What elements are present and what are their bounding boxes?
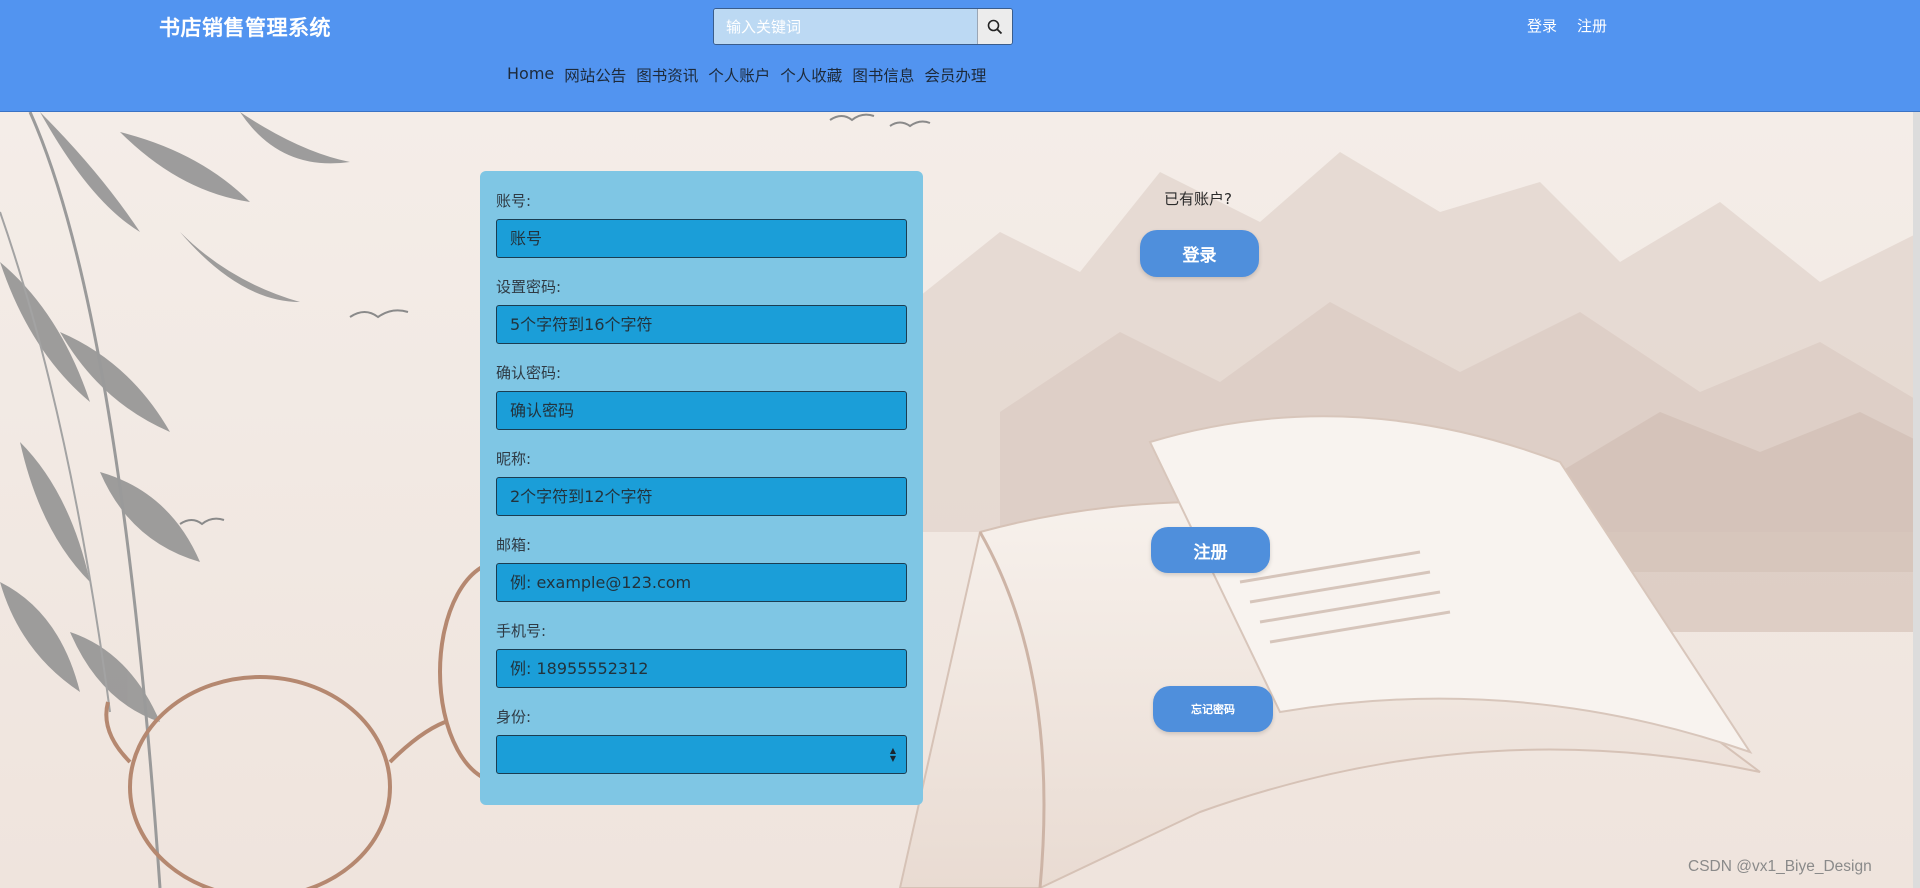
phone-input[interactable] (496, 649, 907, 688)
role-label: 身份: (496, 708, 532, 726)
password-label: 设置密码: (496, 278, 562, 296)
search-box (713, 8, 1013, 45)
phone-label: 手机号: (496, 622, 547, 640)
nav-item-home[interactable]: Home (507, 64, 554, 86)
account-input[interactable] (496, 219, 907, 258)
account-label: 账号: (496, 192, 532, 210)
confirm-password-label: 确认密码: (496, 364, 562, 382)
email-input[interactable] (496, 563, 907, 602)
top-header: 书店销售管理系统 登录 注册 Home 网站公告 图书资讯 个人账户 个人收藏 … (0, 0, 1920, 112)
nickname-input[interactable] (496, 477, 907, 516)
auth-links: 登录 注册 (1527, 15, 1607, 36)
login-link[interactable]: 登录 (1527, 15, 1557, 36)
register-button[interactable]: 注册 (1151, 527, 1270, 573)
select-arrows-icon: ▲ ▼ (889, 746, 896, 763)
search-button[interactable] (977, 9, 1012, 44)
background-image (0, 111, 1920, 888)
nav-item-announcements[interactable]: 网站公告 (564, 64, 626, 86)
watermark-text: CSDN @vx1_Biye_Design (1688, 858, 1872, 875)
nav-item-favorites[interactable]: 个人收藏 (780, 64, 842, 86)
role-select[interactable]: ▲ ▼ (496, 735, 907, 774)
nav-item-book-news[interactable]: 图书资讯 (636, 64, 698, 86)
search-icon (987, 19, 1003, 34)
nav-item-personal-account[interactable]: 个人账户 (708, 64, 770, 86)
nav-item-book-info[interactable]: 图书信息 (852, 64, 914, 86)
nav-item-membership[interactable]: 会员办理 (924, 64, 986, 86)
login-button[interactable]: 登录 (1140, 230, 1259, 277)
nickname-label: 昵称: (496, 450, 532, 468)
password-input[interactable] (496, 305, 907, 344)
email-label: 邮箱: (496, 536, 532, 554)
register-form-card: 账号: 设置密码: 确认密码: 昵称: 邮箱: 手机号: 身份: ▲▼ (480, 171, 923, 805)
page-scrollbar-track[interactable] (1913, 0, 1920, 888)
forgot-password-button[interactable]: 忘记密码 (1153, 686, 1273, 732)
confirm-password-input[interactable] (496, 391, 907, 430)
search-input[interactable] (714, 9, 978, 44)
main-nav: Home 网站公告 图书资讯 个人账户 个人收藏 图书信息 会员办理 (507, 64, 986, 86)
register-link[interactable]: 注册 (1577, 15, 1607, 36)
ink-landscape-illustration (0, 111, 1920, 888)
have-account-text: 已有账户? (1164, 190, 1232, 208)
site-brand-title[interactable]: 书店销售管理系统 (159, 12, 331, 42)
